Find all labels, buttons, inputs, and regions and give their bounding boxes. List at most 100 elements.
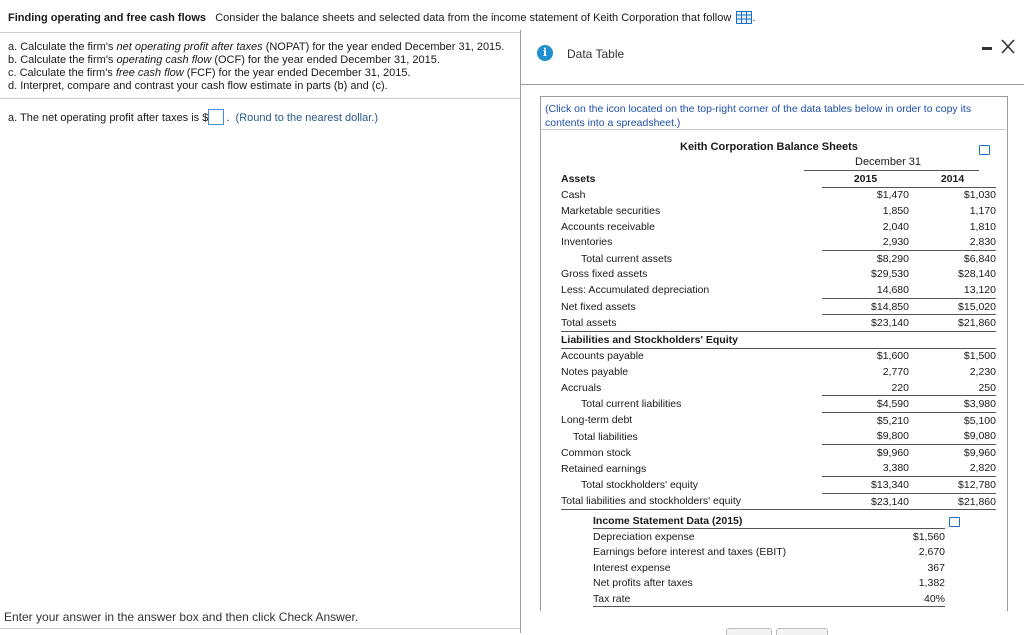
table-row: Accruals 220 250 <box>561 379 996 397</box>
table-row: Depreciation expense $1,560 <box>593 529 945 545</box>
copy-income-statement-icon[interactable] <box>949 517 960 527</box>
balance-sheet-table: Assets 2015 2014 Cash $1,470 $1,030 Marketa… <box>561 171 996 511</box>
row-label: Marketable securities <box>561 204 661 217</box>
col-2015-header: 2015 <box>822 171 909 188</box>
table-row: Long-term debt $5,210 $5,100 <box>561 412 996 428</box>
table-row: Earnings before interest and taxes (EBIT… <box>593 545 945 560</box>
popup-header-divider <box>521 84 1024 85</box>
row-value: 40% <box>876 590 945 608</box>
row-value: 367 <box>927 561 945 574</box>
balance-sheet-header-row: Assets 2015 2014 <box>561 171 996 188</box>
panel-divider <box>541 129 1006 130</box>
value-2015: 220 <box>822 379 909 397</box>
value-2014: $3,980 <box>909 395 996 413</box>
value-2014: $9,960 <box>963 446 996 459</box>
table-row: Common stock $9,960 $9,960 <box>561 445 996 461</box>
row-label: Gross fixed assets <box>561 268 648 281</box>
question-c: c. Calculate the firm's free cash flow (… <box>8 67 411 79</box>
table-row: Total current liabilities $4,590 $3,980 <box>561 395 996 413</box>
question-a: a. Calculate the firm's net operating pr… <box>8 41 505 53</box>
row-label: Total stockholders' equity <box>581 479 698 492</box>
income-statement-header-row: Income Statement Data (2015) <box>593 513 945 530</box>
value-2015: $9,960 <box>876 446 909 459</box>
table-row: Total liabilities $9,800 $9,080 <box>561 428 996 446</box>
value-2014: 1,170 <box>969 204 996 217</box>
copy-balance-sheet-icon[interactable] <box>979 145 990 155</box>
row-label: Cash <box>561 189 586 202</box>
table-row: Total assets $23,140 $21,860 <box>561 315 996 332</box>
value-2015: $23,140 <box>822 493 909 511</box>
value-2015: 2,770 <box>882 365 909 378</box>
value-2014: $21,860 <box>909 493 996 511</box>
copy-instructions: (Click on the icon located on the top-ri… <box>545 103 972 129</box>
value-2014: $1,500 <box>963 350 996 363</box>
table-row: Total liabilities and stockholders' equi… <box>561 493 996 511</box>
table-row: Cash $1,470 $1,030 <box>561 187 996 203</box>
value-2014: $1,030 <box>963 189 996 202</box>
row-label: Notes payable <box>561 365 629 378</box>
row-label: Total liabilities <box>573 430 638 443</box>
value-2015: $1,600 <box>876 350 909 363</box>
table-row: Inventories 2,930 2,830 <box>561 234 996 251</box>
liabilities-section-row: Liabilities and Stockholders' Equity <box>561 330 996 349</box>
table-grid-icon[interactable] <box>736 11 753 24</box>
row-label: Accounts payable <box>561 350 644 363</box>
table-row: Total current assets $8,290 $6,840 <box>561 250 996 266</box>
popup-title: Data Table <box>567 47 625 61</box>
value-2014: $21,860 <box>958 317 996 330</box>
value-2015: 2,930 <box>822 234 909 251</box>
problem-header: Finding operating and free cash flows Co… <box>8 11 756 24</box>
row-label: Total assets <box>561 316 617 329</box>
value-2015: $23,140 <box>871 317 909 330</box>
row-label: Total current liabilities <box>581 398 682 411</box>
value-2015: $13,340 <box>822 476 909 494</box>
answer-prefix: a. The net operating profit after taxes … <box>8 112 209 124</box>
row-label: Net profits after taxes <box>593 577 693 590</box>
value-2015: $29,530 <box>871 268 909 281</box>
value-2014: $6,840 <box>963 252 996 265</box>
row-label: Retained earnings <box>561 462 647 475</box>
value-2014: 2,830 <box>909 234 996 251</box>
footer-divider <box>0 628 520 629</box>
table-row: Notes payable 2,770 2,230 <box>561 364 996 380</box>
table-row: Retained earnings 3,380 2,820 <box>561 460 996 478</box>
value-2014: 2,230 <box>969 365 996 378</box>
table-row: Gross fixed assets $29,530 $28,140 <box>561 267 996 283</box>
row-label: Accruals <box>561 381 602 394</box>
close-icon[interactable] <box>998 37 1018 57</box>
row-label: Earnings before interest and taxes (EBIT… <box>593 546 787 559</box>
button-partial-right[interactable] <box>776 628 828 635</box>
value-2015: $8,290 <box>876 252 909 265</box>
table-row: Marketable securities 1,850 1,170 <box>561 203 996 219</box>
row-label: Less: Accumulated depreciation <box>561 284 710 297</box>
rounding-note: (Round to the nearest dollar.) <box>235 112 379 124</box>
value-2014: $15,020 <box>909 298 996 316</box>
value-2014: $12,780 <box>909 476 996 494</box>
info-icon: i <box>537 45 553 61</box>
table-row: Accounts receivable 2,040 1,810 <box>561 219 996 235</box>
income-statement-table: Income Statement Data (2015) Depreciatio… <box>593 513 945 608</box>
row-label: Long-term debt <box>561 414 633 427</box>
row-label: Depreciation expense <box>593 531 695 544</box>
col-2014-header: 2014 <box>909 171 996 188</box>
value-2015: $1,470 <box>876 189 909 202</box>
value-2014: 250 <box>909 379 996 397</box>
row-value: $1,560 <box>912 531 945 544</box>
nopat-answer-input[interactable] <box>208 109 225 125</box>
value-2014: 2,820 <box>909 460 996 478</box>
value-2015: $9,800 <box>822 428 909 446</box>
row-label: Net fixed assets <box>561 300 636 313</box>
value-2015: 3,380 <box>822 460 909 478</box>
row-label: Inventories <box>561 236 613 249</box>
question-b: b. Calculate the firm's operating cash f… <box>8 54 440 66</box>
value-2014: $28,140 <box>958 268 996 281</box>
date-header: December 31 <box>855 156 922 168</box>
button-partial-left[interactable] <box>726 628 772 635</box>
minimize-icon[interactable] <box>982 47 992 50</box>
question-d: d. Interpret, compare and contrast your … <box>8 80 388 92</box>
table-row: Total stockholders' equity $13,340 $12,780 <box>561 476 996 494</box>
table-row: Net profits after taxes 1,382 <box>593 576 945 591</box>
liabilities-header: Liabilities and Stockholders' Equity <box>561 330 996 349</box>
row-label: Accounts receivable <box>561 220 655 233</box>
value-2014: $9,080 <box>909 428 996 446</box>
